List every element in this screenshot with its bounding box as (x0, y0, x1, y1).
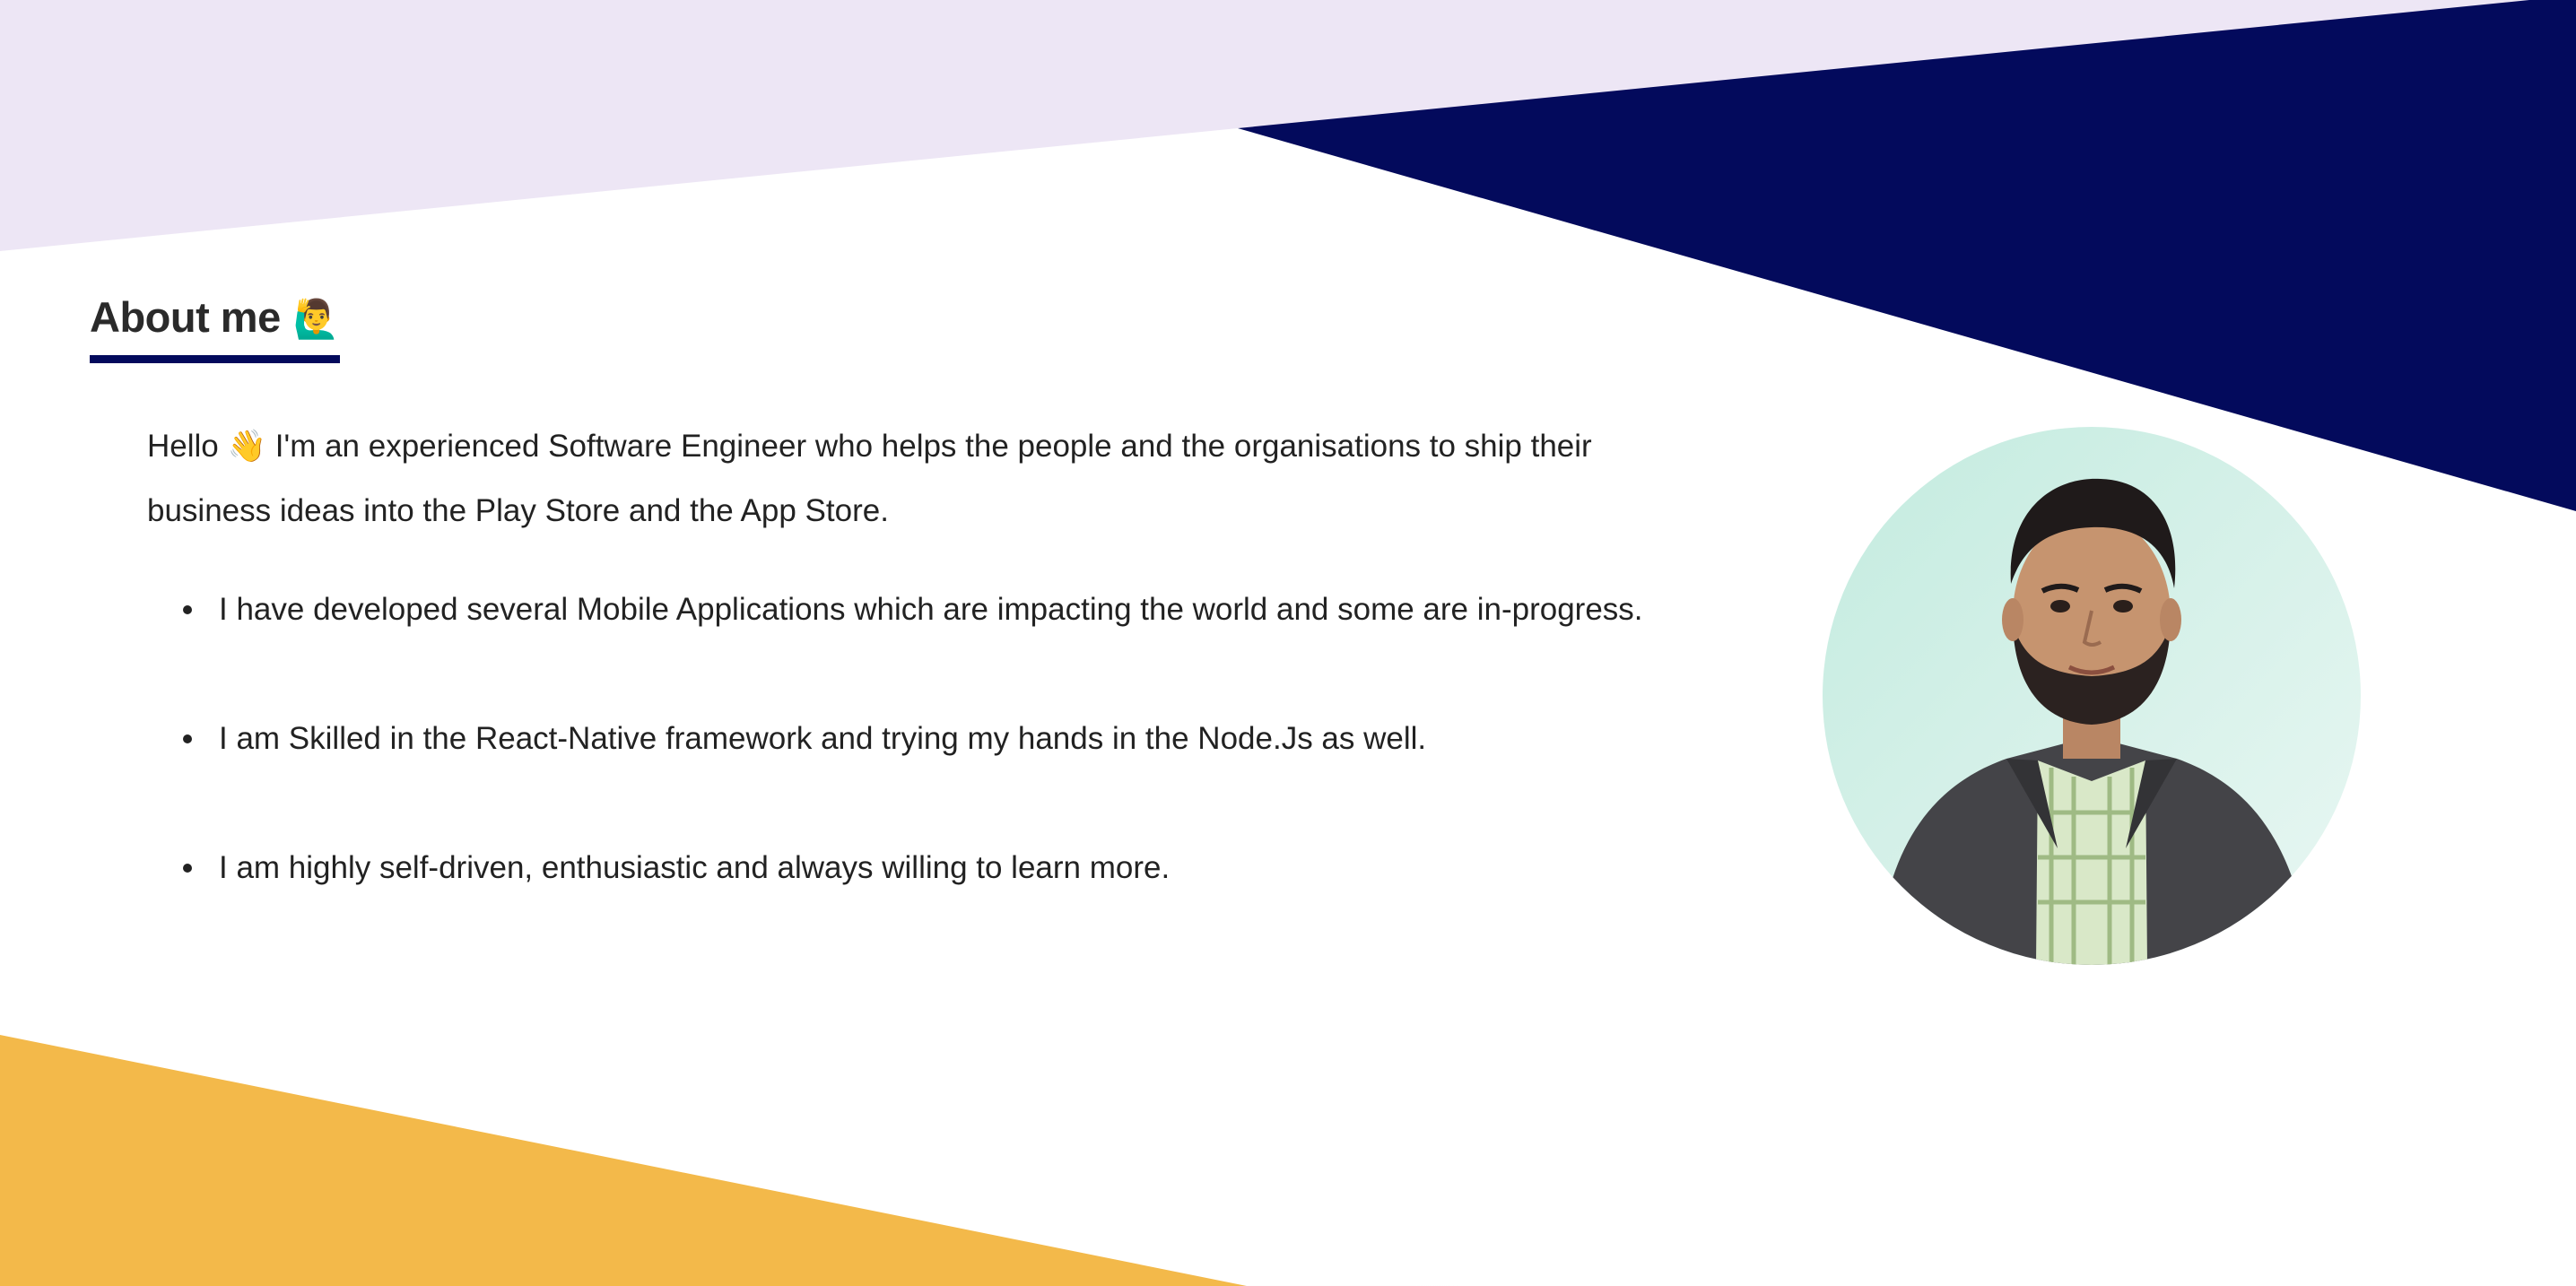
heading-text: About me (90, 293, 281, 341)
waving-hand-icon: 👋 (227, 429, 267, 465)
profile-photo-icon (1823, 427, 2361, 965)
intro-paragraph: Hello 👋 I'm an experienced Software Engi… (147, 414, 1618, 543)
intro-text: I'm an experienced Software Engineer who… (147, 429, 1592, 528)
list-item-text: I am Skilled in the React-Native framewo… (219, 721, 1427, 756)
list-item: I am Skilled in the React-Native framewo… (183, 707, 1744, 771)
list-item-text: I am highly self-driven, enthusiastic an… (219, 850, 1171, 885)
list-item-text: I have developed several Mobile Applicat… (219, 592, 1643, 627)
about-section: About me 🙋‍♂️ Hello 👋 I'm an experienced … (0, 0, 2576, 1286)
bullet-icon (183, 864, 192, 873)
list-item: I am highly self-driven, enthusiastic an… (183, 836, 1744, 900)
intro-greeting: Hello (147, 429, 228, 464)
bullet-icon (183, 605, 192, 614)
bullet-icon (183, 734, 192, 743)
list-item: I have developed several Mobile Applicat… (183, 578, 1744, 642)
mustard-bottom-shape (0, 1035, 1247, 1286)
raising-hand-icon: 🙋‍♂️ (292, 297, 340, 341)
about-points-list: I have developed several Mobile Applicat… (147, 578, 1744, 965)
page-title: About me 🙋‍♂️ (90, 289, 340, 363)
